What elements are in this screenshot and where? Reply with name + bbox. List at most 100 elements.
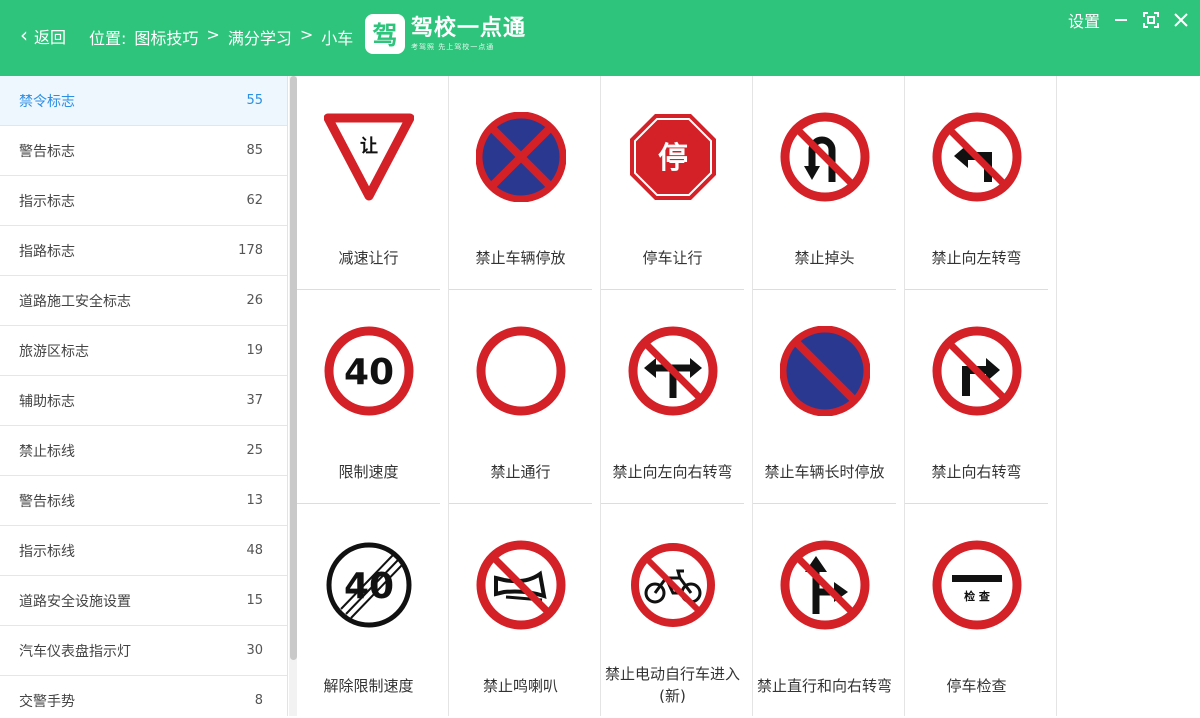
- sidebar-item-count: 13: [246, 493, 263, 508]
- no-u-turn-icon: [780, 112, 870, 202]
- category-sidebar: 禁令标志 55 警告标志 85 指示标志 62 指路标志 178 道路施工安全标志 26 …: [0, 76, 288, 716]
- sidebar-item-guide-signs[interactable]: 指路标志 178: [0, 226, 287, 276]
- sign-card[interactable]: 让 减速让行: [297, 82, 440, 290]
- sidebar-item-label: 旅游区标志: [19, 343, 89, 360]
- sidebar-item-count: 25: [246, 443, 263, 458]
- sidebar-item-label: 警告标志: [19, 143, 75, 160]
- no-left-turn-icon: [932, 112, 1022, 202]
- logo-mark: 驾: [365, 14, 405, 54]
- sign-caption: 禁止向右转弯: [931, 463, 1022, 481]
- sidebar-item-label: 辅助标志: [19, 393, 75, 410]
- breadcrumb-item-tips[interactable]: 图标技巧: [134, 25, 198, 49]
- sidebar-item-warning-markings[interactable]: 警告标线 13: [0, 476, 287, 526]
- no-long-parking-icon: [780, 326, 870, 416]
- sign-text: 检 查: [964, 589, 990, 603]
- sidebar-item-warning-signs[interactable]: 警告标志 85: [0, 126, 287, 176]
- sign-caption: 禁止鸣喇叭: [482, 677, 558, 695]
- breadcrumb-separator: >: [206, 25, 220, 44]
- sign-caption: 禁止掉头: [794, 249, 855, 267]
- sign-caption: 停车检查: [946, 677, 1007, 695]
- stop-check-icon: 检 查: [932, 540, 1022, 630]
- sign-caption: 限制速度: [338, 463, 399, 481]
- back-label: 返回: [34, 28, 67, 47]
- sidebar-item-auxiliary-signs[interactable]: 辅助标志 37: [0, 376, 287, 426]
- sign-text: 停: [658, 141, 688, 176]
- sidebar-scrollbar-thumb[interactable]: [290, 76, 297, 660]
- breadcrumb: 位置: 图标技巧 > 满分学习 > 小车: [89, 25, 353, 49]
- sidebar-item-count: 37: [246, 393, 263, 408]
- sidebar-item-police-gestures[interactable]: 交警手势 8: [0, 676, 287, 716]
- breadcrumb-prefix: 位置:: [89, 29, 127, 48]
- sign-text: 让: [360, 136, 378, 157]
- breadcrumb-separator: >: [299, 25, 314, 44]
- sidebar-item-count: 48: [246, 543, 263, 558]
- back-button[interactable]: ‹ 返回: [20, 24, 66, 48]
- sign-caption: 禁止直行和向右转弯: [756, 677, 892, 695]
- end-speed-limit-icon: 40: [326, 542, 412, 628]
- breadcrumb-item-study[interactable]: 满分学习: [228, 25, 292, 49]
- speed-limit-icon: 40: [324, 326, 414, 416]
- sidebar-item-count: 30: [246, 643, 263, 658]
- sidebar-item-prohibition-signs[interactable]: 禁令标志 55: [0, 76, 287, 126]
- sidebar-item-count: 178: [238, 243, 263, 258]
- sidebar-item-dashboard-lights[interactable]: 汽车仪表盘指示灯 30: [0, 626, 287, 676]
- sign-caption: 禁止车辆长时停放: [764, 463, 885, 481]
- no-right-turn-icon: [932, 326, 1022, 416]
- sign-caption: 解除限制速度: [323, 677, 414, 695]
- sign-caption: 禁止车辆停放: [475, 249, 566, 267]
- window-controls: 设置: [1068, 8, 1190, 32]
- sign-caption: 禁止通行: [490, 463, 551, 481]
- sign-card[interactable]: 禁止鸣喇叭: [449, 510, 592, 718]
- sidebar-item-prohibition-markings[interactable]: 禁止标线 25: [0, 426, 287, 476]
- sign-card[interactable]: 禁止向右转弯: [905, 296, 1048, 504]
- settings-button[interactable]: 设置: [1068, 8, 1100, 32]
- sidebar-item-indication-markings[interactable]: 指示标线 48: [0, 526, 287, 576]
- sign-caption: 禁止电动自行车进入(新): [604, 665, 740, 705]
- sidebar-item-label: 禁令标志: [19, 93, 75, 110]
- sign-card[interactable]: 禁止电动自行车进入(新): [601, 510, 744, 718]
- sidebar-item-count: 85: [246, 143, 263, 158]
- sign-text: 40: [344, 352, 394, 393]
- sidebar-item-count: 19: [246, 343, 263, 358]
- sidebar-item-label: 禁止标线: [19, 443, 75, 460]
- close-icon[interactable]: [1172, 11, 1190, 29]
- sign-card[interactable]: 禁止车辆长时停放: [753, 296, 896, 504]
- sign-card[interactable]: 停 停车让行: [601, 82, 744, 290]
- sign-caption: 禁止向左转弯: [931, 249, 1022, 267]
- sidebar-item-construction-signs[interactable]: 道路施工安全标志 26: [0, 276, 287, 326]
- sidebar-item-label: 汽车仪表盘指示灯: [19, 643, 131, 660]
- sign-card[interactable]: 禁止直行和向右转弯: [753, 510, 896, 718]
- sign-grid: 让 减速让行 禁止车辆停放 停 停车让行 禁止掉头 禁止向左转弯 40 限制速度…: [297, 76, 1200, 716]
- grid-divider: [1056, 76, 1057, 716]
- sidebar-item-label: 警告标线: [19, 493, 75, 510]
- sidebar-item-safety-facilities[interactable]: 道路安全设施设置 15: [0, 576, 287, 626]
- sidebar-item-tourist-signs[interactable]: 旅游区标志 19: [0, 326, 287, 376]
- sign-card[interactable]: 40 解除限制速度: [297, 510, 440, 718]
- sign-card[interactable]: 禁止向左向右转弯: [601, 296, 744, 504]
- sidebar-item-label: 道路施工安全标志: [19, 293, 131, 310]
- stop-sign-icon: 停: [630, 114, 716, 200]
- sidebar-item-label: 指示标线: [19, 543, 75, 560]
- fullscreen-icon[interactable]: [1142, 11, 1160, 29]
- sidebar-item-count: 8: [254, 693, 263, 708]
- sidebar-item-label: 交警手势: [19, 693, 75, 710]
- sign-card[interactable]: 检 查 停车检查: [905, 510, 1048, 718]
- no-straight-right-icon: [780, 540, 870, 630]
- breadcrumb-item-car[interactable]: 小车: [321, 25, 353, 49]
- no-parking-icon: [476, 112, 566, 202]
- sign-card[interactable]: 禁止掉头: [753, 82, 896, 290]
- sidebar-item-count: 26: [246, 293, 263, 308]
- sidebar-item-count: 62: [246, 193, 263, 208]
- logo-name: 驾校一点通: [411, 16, 527, 41]
- no-ebike-icon: [631, 543, 715, 627]
- sidebar-item-indication-signs[interactable]: 指示标志 62: [0, 176, 287, 226]
- sign-card[interactable]: 40 限制速度: [297, 296, 440, 504]
- sign-card[interactable]: 禁止通行: [449, 296, 592, 504]
- sign-card[interactable]: 禁止车辆停放: [449, 82, 592, 290]
- sidebar-scrollbar[interactable]: [289, 76, 297, 716]
- sign-caption: 禁止向左向右转弯: [612, 463, 733, 481]
- sign-card[interactable]: 禁止向左转弯: [905, 82, 1048, 290]
- logo-slogan: 考驾照 先上驾校一点通: [411, 43, 495, 51]
- minimize-icon[interactable]: [1112, 11, 1130, 29]
- no-left-right-turn-icon: [628, 326, 718, 416]
